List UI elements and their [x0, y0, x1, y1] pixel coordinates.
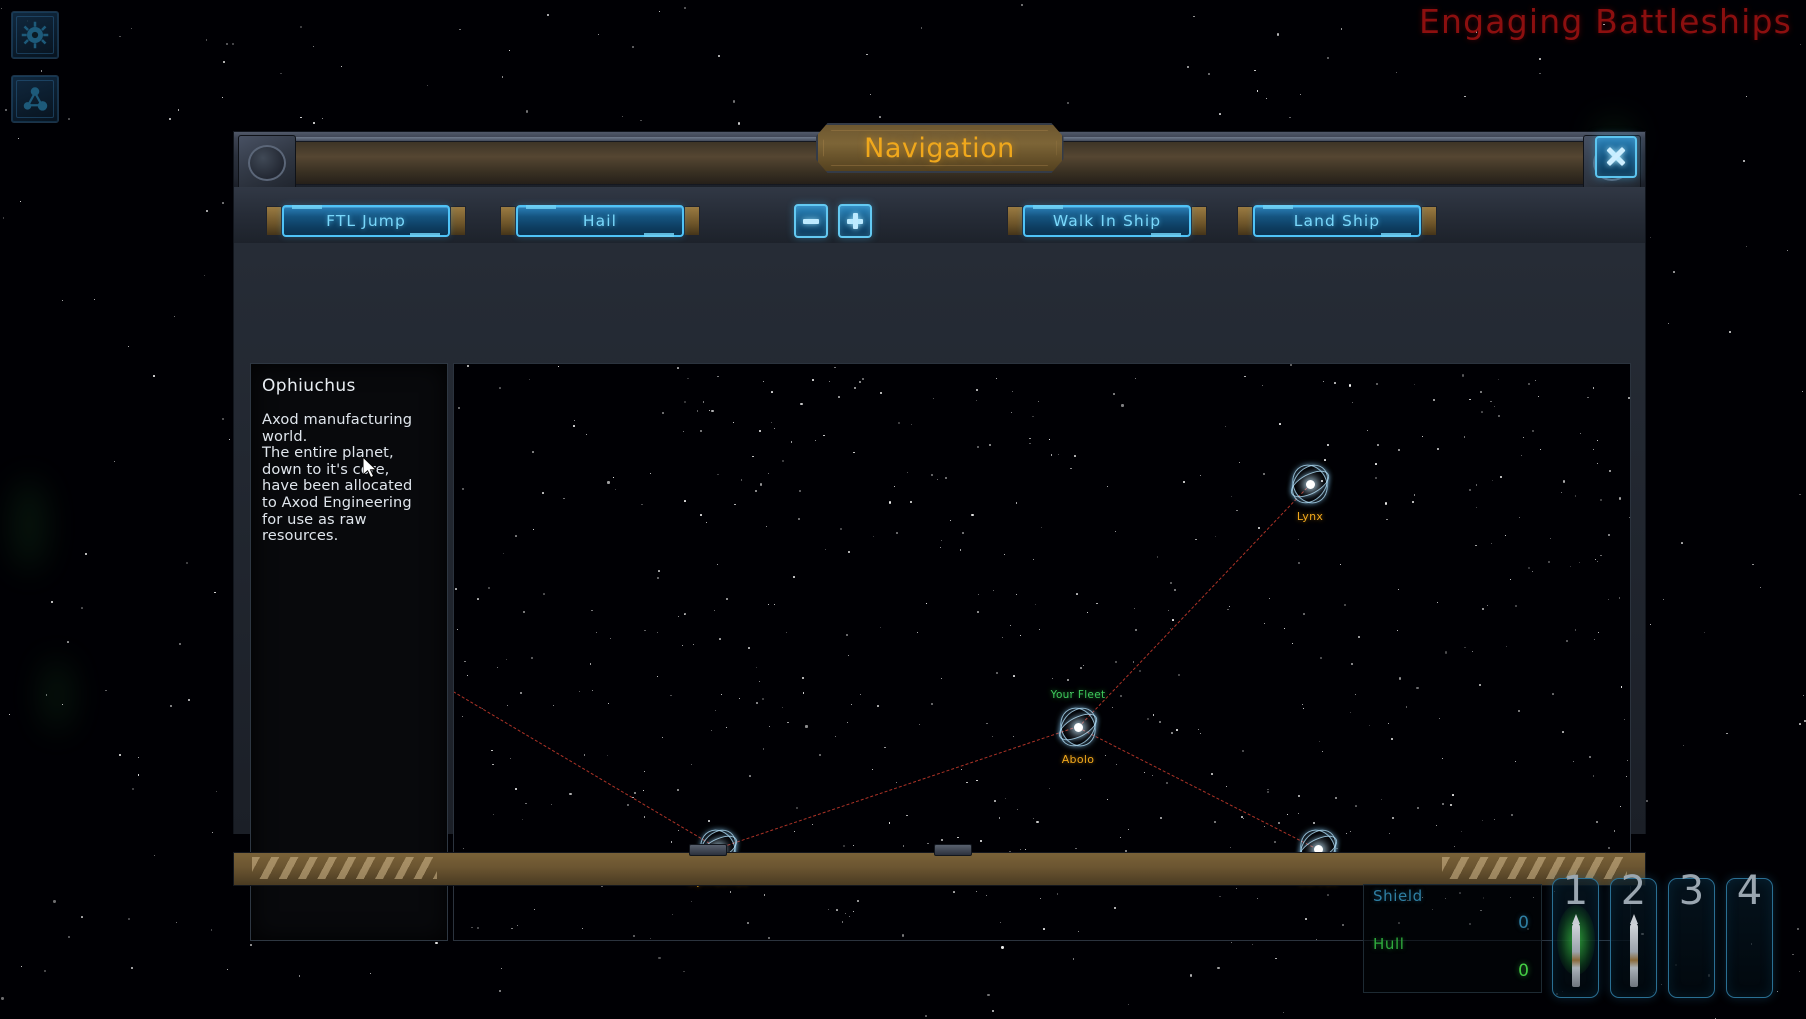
frame-knob-center: [934, 844, 972, 856]
close-window-button[interactable]: [1595, 136, 1637, 178]
frame-knob-left: [689, 844, 727, 856]
walk-in-ship-button-face[interactable]: Walk In Ship: [1023, 205, 1191, 237]
planet-core: [1306, 480, 1315, 489]
planet-glyph: [1057, 706, 1099, 748]
weapon-slot-number: 3: [1679, 871, 1704, 911]
window-body: Ophiuchus Axod manufacturing world. The …: [233, 243, 1646, 834]
land-ship-button-face[interactable]: Land Ship: [1253, 205, 1421, 237]
button-cap-left: [1237, 206, 1253, 236]
hull-value: 0: [1518, 961, 1529, 981]
weapon-slot-number: 4: [1737, 871, 1762, 911]
window-toolbar: FTL Jump Hail: [233, 187, 1646, 249]
hail-label: Hail: [583, 212, 617, 230]
frame-dial-left: [248, 145, 286, 181]
hail-button[interactable]: Hail: [500, 205, 700, 237]
hail-button-face[interactable]: Hail: [516, 205, 684, 237]
window-title-plate: Navigation: [816, 123, 1064, 173]
ship-status-panel: Shield 0 Hull 0: [1363, 884, 1542, 993]
hull-label: Hull: [1373, 935, 1405, 953]
button-cap-left: [500, 206, 516, 236]
nebula-wisp: [44, 660, 70, 730]
plus-icon-vertical: [853, 213, 858, 229]
zoom-in-button[interactable]: [838, 204, 872, 238]
map-node-label: Abolo: [1062, 753, 1095, 766]
weapon-slot-3[interactable]: 3: [1668, 878, 1715, 998]
network-button[interactable]: [11, 75, 59, 123]
ftl-jump-button-face[interactable]: FTL Jump: [282, 205, 450, 237]
window-bottom-frame: [233, 852, 1646, 886]
button-cap-right: [1421, 206, 1437, 236]
button-cap-left: [1007, 206, 1023, 236]
land-ship-button[interactable]: Land Ship: [1237, 205, 1437, 237]
walk-in-ship-label: Walk In Ship: [1053, 212, 1161, 230]
your-fleet-label: Your Fleet: [1051, 689, 1106, 701]
shield-value: 0: [1518, 913, 1529, 933]
mouse-cursor: [363, 457, 379, 481]
frame-corner-left: [238, 135, 296, 191]
game-title: Engaging Battleships: [1419, 2, 1792, 41]
gear-icon: [20, 20, 50, 50]
page-title: Navigation: [864, 133, 1015, 164]
button-cap-right: [684, 206, 700, 236]
network-share-icon: [20, 84, 50, 114]
planet-core: [1074, 723, 1083, 732]
button-cap-right: [1191, 206, 1207, 236]
button-cap-left: [266, 206, 282, 236]
weapon-slot-number: 1: [1563, 871, 1588, 911]
planet-name: Ophiuchus: [262, 376, 436, 396]
weapon-slot-2[interactable]: 2: [1610, 878, 1657, 998]
weapon-slot-number: 2: [1621, 871, 1646, 911]
settings-button[interactable]: [11, 11, 59, 59]
nebula-wisp: [14, 480, 44, 570]
ftl-jump-label: FTL Jump: [326, 212, 406, 230]
minus-icon: [803, 219, 819, 224]
weapon-slot-4[interactable]: 4: [1726, 878, 1773, 998]
shield-label: Shield: [1373, 887, 1423, 905]
hazard-stripes-left: [252, 857, 437, 879]
game-screen: Engaging Battleships: [0, 0, 1806, 1019]
planet-glyph: [1289, 463, 1331, 505]
navigation-window: Navigation FTL Jump Hail: [233, 131, 1646, 886]
ftl-jump-button[interactable]: FTL Jump: [266, 205, 466, 237]
map-node-label: Lynx: [1297, 510, 1323, 523]
hazard-stripes-right: [1442, 857, 1627, 879]
land-ship-label: Land Ship: [1294, 212, 1380, 230]
walk-in-ship-button[interactable]: Walk In Ship: [1007, 205, 1207, 237]
missile-icon: [1630, 923, 1638, 987]
missile-icon: [1572, 923, 1580, 987]
weapon-slot-1[interactable]: 1: [1552, 878, 1599, 998]
zoom-out-button[interactable]: [794, 204, 828, 238]
planet-description: Axod manufacturing world. The entire pla…: [262, 412, 436, 545]
button-cap-right: [450, 206, 466, 236]
